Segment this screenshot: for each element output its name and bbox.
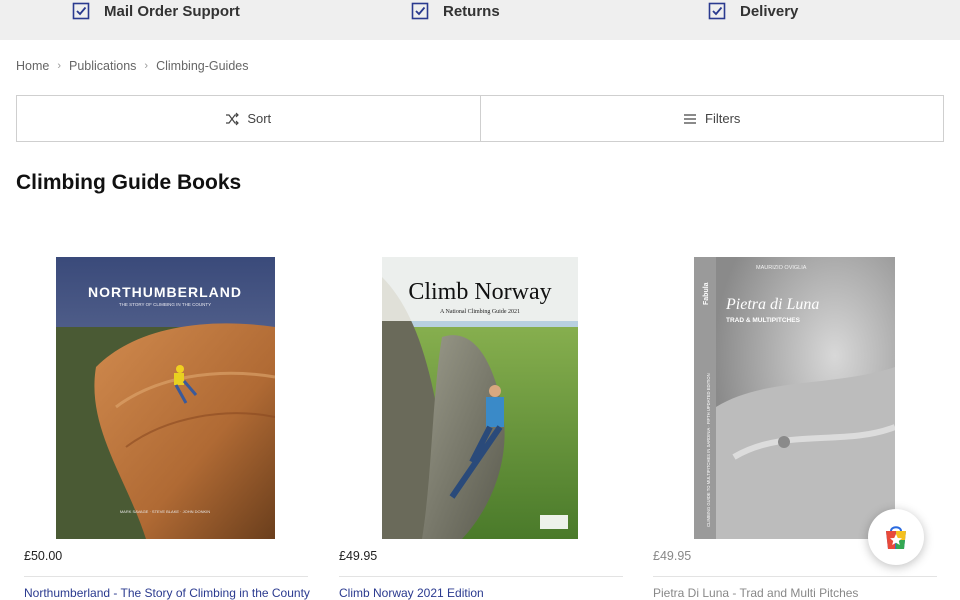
shuffle-icon bbox=[226, 112, 240, 125]
breadcrumb-current: Climbing-Guides bbox=[156, 59, 249, 73]
usp-returns[interactable]: Returns bbox=[411, 2, 500, 20]
usp-delivery[interactable]: Delivery bbox=[708, 2, 798, 20]
usp-label: Mail Order Support bbox=[104, 2, 240, 20]
sort-label: Sort bbox=[247, 111, 272, 126]
product-name-link[interactable]: Northumberland - The Story of Climbing i… bbox=[24, 586, 310, 600]
pietra-di-luna-cover-art: MAURIZIO OVIGLIA Pietra di Luna TRAD & M… bbox=[694, 257, 895, 539]
menu-lines-icon bbox=[684, 113, 697, 124]
usp-label: Delivery bbox=[740, 2, 799, 20]
filters-button[interactable]: Filters bbox=[479, 96, 944, 141]
cover-subtitle: THE STORY OF CLIMBING IN THE COUNTY bbox=[119, 302, 211, 307]
breadcrumb: Home › Publications › Climbing-Guides bbox=[16, 59, 249, 73]
book-cover-image[interactable]: Climb Norway A National Climbing Guide 2… bbox=[382, 257, 578, 539]
cover-publisher: Fabula bbox=[703, 282, 710, 305]
cover-credits: MARK SAVAGE · STEVE BLAKE · JOHN DONKIN bbox=[120, 509, 210, 514]
cover-subtitle: TRAD & MULTIPITCHES bbox=[726, 317, 801, 324]
climb-norway-cover-art: Climb Norway A National Climbing Guide 2… bbox=[382, 257, 578, 539]
product-name-link[interactable]: Pietra Di Luna - Trad and Multi Pitches bbox=[653, 586, 858, 600]
usp-bar: Mail Order Support Returns Delivery bbox=[0, 0, 960, 40]
book-cover-image[interactable]: MAURIZIO OVIGLIA Pietra di Luna TRAD & M… bbox=[694, 257, 895, 539]
divider bbox=[653, 576, 937, 577]
divider bbox=[24, 576, 308, 577]
usp-label: Returns bbox=[443, 2, 500, 20]
cover-title: NORTHUMBERLAND bbox=[88, 284, 242, 300]
page-title: Climbing Guide Books bbox=[16, 171, 242, 194]
product-name-link[interactable]: Climb Norway 2021 Edition bbox=[339, 586, 484, 600]
checkbox-check-icon bbox=[411, 2, 429, 20]
cover-spine-text: CLIMBING GUIDE TO MULTIPITCHES IN SARDIN… bbox=[706, 373, 711, 527]
filters-label: Filters bbox=[705, 111, 741, 126]
product-price: £49.95 bbox=[339, 549, 378, 563]
chevron-right-icon: › bbox=[144, 60, 149, 72]
product-price: £50.00 bbox=[24, 549, 63, 563]
cover-title: Pietra di Luna bbox=[725, 296, 819, 313]
sort-button[interactable]: Sort bbox=[17, 96, 480, 141]
usp-mail-order[interactable]: Mail Order Support bbox=[72, 2, 240, 20]
shopping-bag-star-icon bbox=[886, 526, 906, 549]
northumberland-cover-art: NORTHUMBERLAND THE STORY OF CLIMBING IN … bbox=[56, 257, 275, 539]
shopping-bag-button[interactable] bbox=[868, 509, 924, 565]
cover-subtitle: A National Climbing Guide 2021 bbox=[440, 309, 520, 315]
book-cover-image[interactable]: NORTHUMBERLAND THE STORY OF CLIMBING IN … bbox=[56, 257, 275, 539]
product-price: £49.95 bbox=[653, 549, 692, 563]
cover-author: MAURIZIO OVIGLIA bbox=[756, 265, 807, 271]
checkbox-check-icon bbox=[72, 2, 90, 20]
breadcrumb-home[interactable]: Home bbox=[16, 59, 49, 73]
checkbox-check-icon bbox=[708, 2, 726, 20]
divider bbox=[339, 576, 623, 577]
chevron-right-icon: › bbox=[57, 60, 62, 72]
breadcrumb-publications[interactable]: Publications bbox=[69, 59, 136, 73]
sort-filter-toolbar: Sort Filters bbox=[16, 95, 944, 142]
cover-title: Climb Norway bbox=[408, 279, 551, 305]
